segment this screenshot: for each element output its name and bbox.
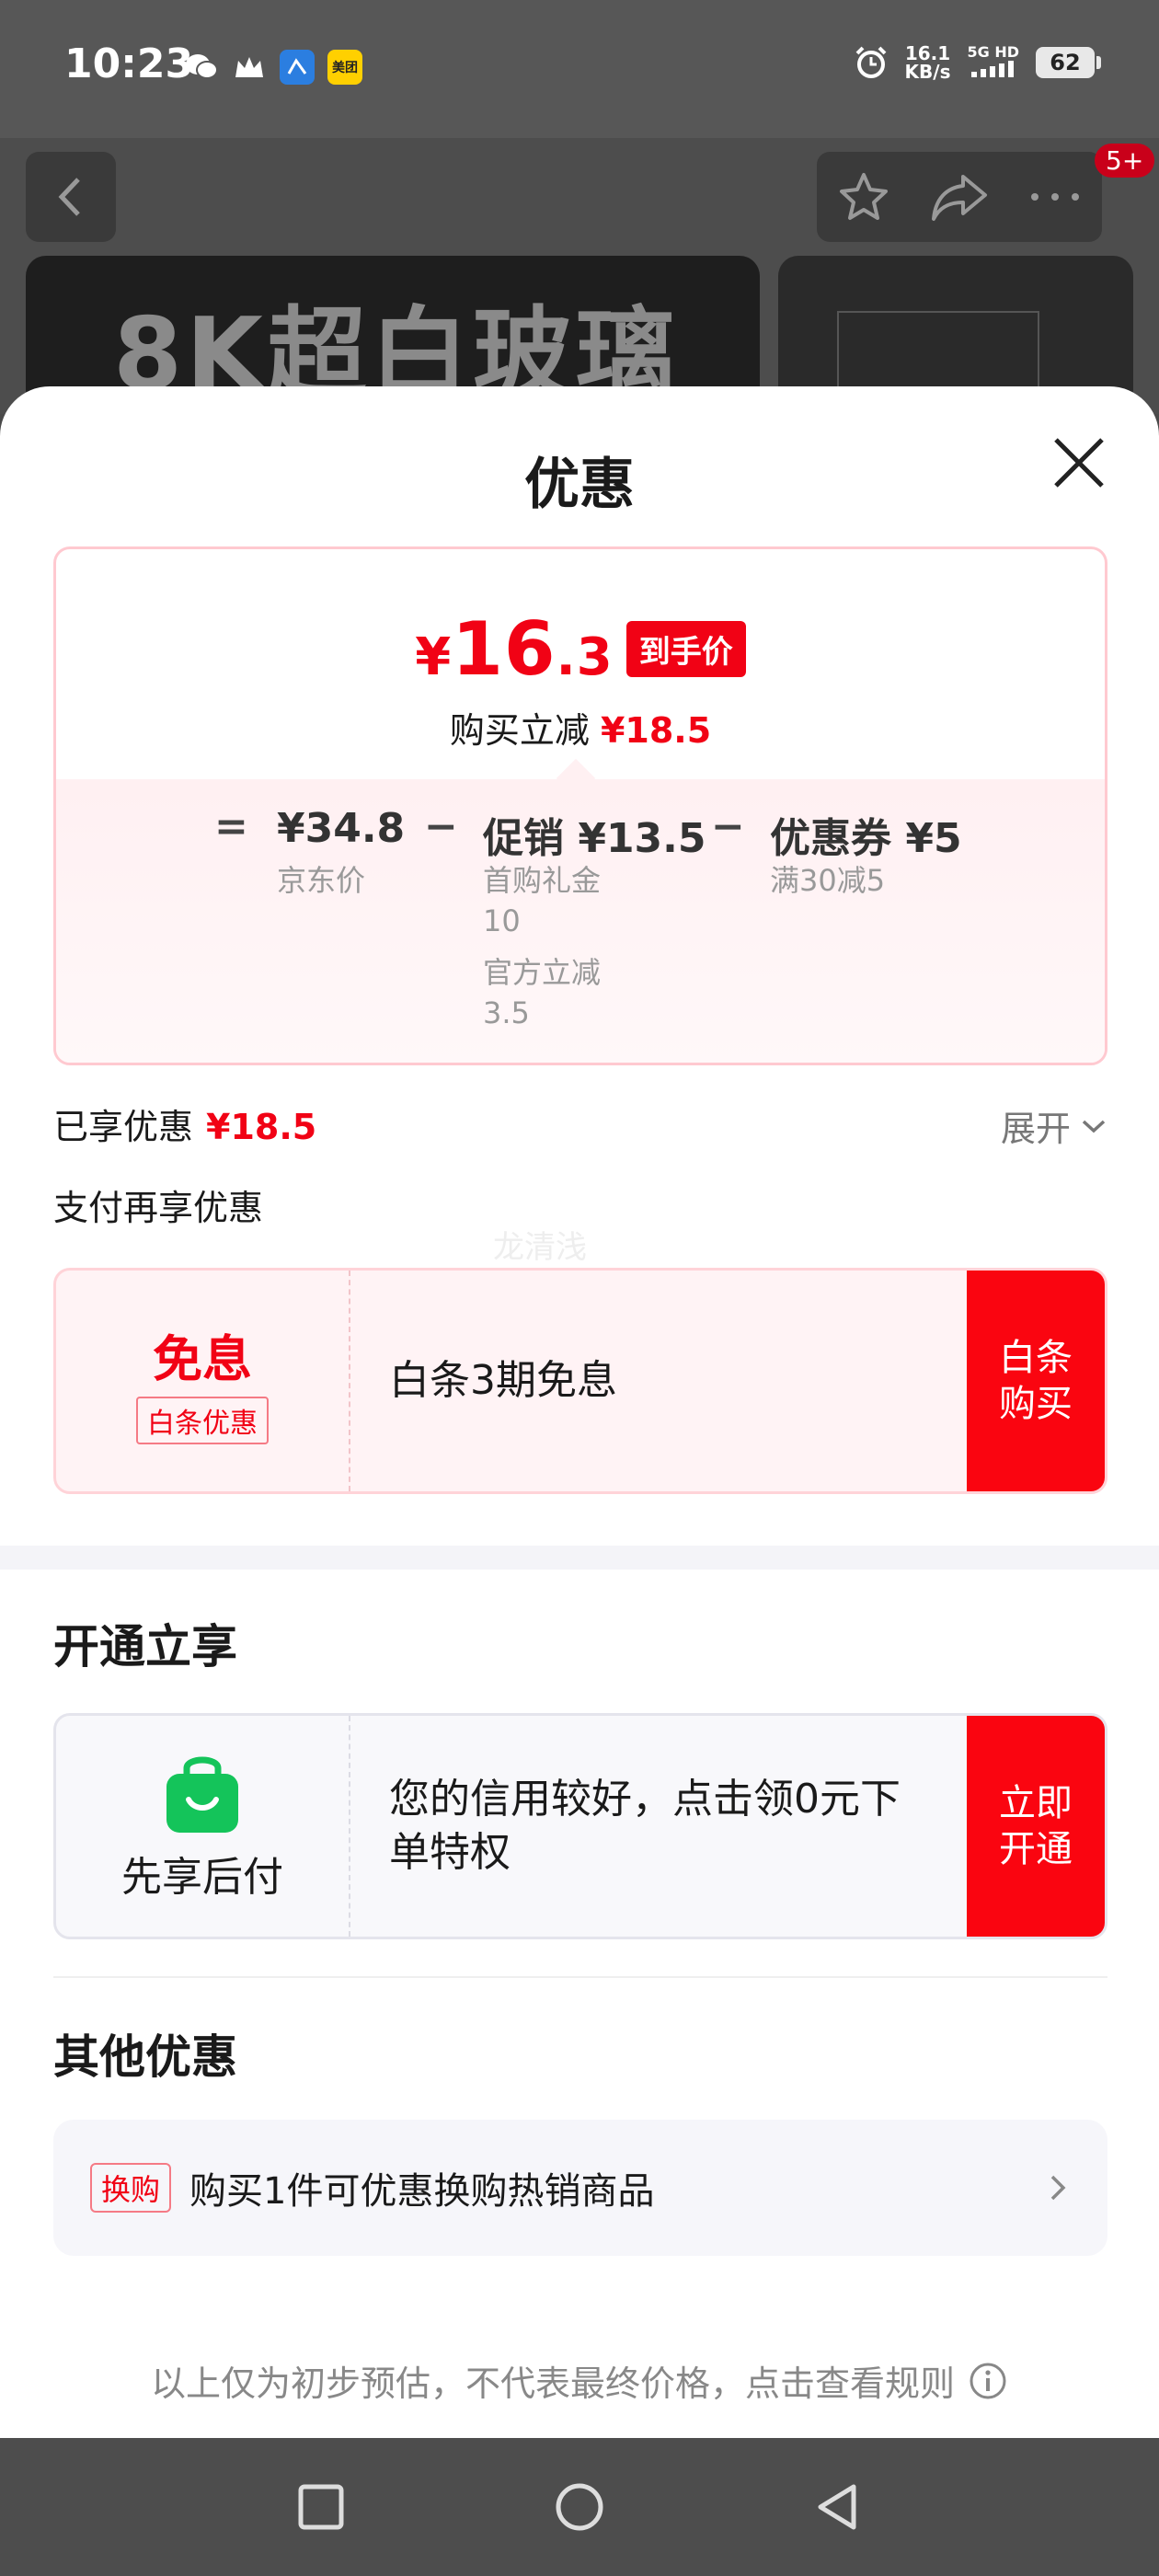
close-button[interactable]: [1049, 432, 1109, 493]
signal-indicator: 5G HD: [967, 44, 1019, 81]
more-icon[interactable]: [1027, 188, 1083, 206]
watermark: 龙清浅: [493, 1229, 587, 1266]
minus-sign-2: −: [711, 803, 745, 850]
message-badge: 5+: [1095, 144, 1155, 178]
back-button[interactable]: [26, 152, 116, 242]
back-nav-icon[interactable]: [813, 2481, 863, 2533]
signal-bars-icon: [970, 61, 1014, 77]
exchange-tag: 换购: [90, 2163, 172, 2213]
meituan-icon: 美团: [327, 50, 362, 85]
recent-apps-icon[interactable]: [296, 2482, 346, 2532]
pay-later-desc: 您的信用较好，点击领0元下单特权: [389, 1776, 901, 1876]
shopping-bag-icon: [166, 1756, 238, 1833]
promo-item-official: 官方立减 3.5: [483, 955, 602, 1030]
open-section-title: 开通立享: [53, 1620, 237, 1673]
baitiao-offer-card[interactable]: 免息 白条优惠 白条3期免息 白条 购买: [53, 1268, 1107, 1494]
coupon-total: 优惠券 ¥5: [770, 815, 962, 862]
product-page-background: 5+ 8K超白玻璃: [0, 138, 1159, 440]
crown-app-icon: [232, 50, 267, 85]
top-action-group: [817, 152, 1102, 242]
coupon-desc: 满30减5: [770, 863, 886, 898]
battery-indicator: 62: [1036, 47, 1101, 78]
notification-icons: 美团: [184, 50, 362, 85]
baitiao-buy-button[interactable]: 白条 购买: [967, 1271, 1105, 1491]
exchange-offer-row[interactable]: 换购 购买1件可优惠换购热销商品: [53, 2120, 1107, 2256]
final-price: ¥16.3: [415, 606, 614, 692]
home-icon[interactable]: [554, 2481, 605, 2533]
chevron-left-icon: [58, 178, 80, 216]
section-divider: [0, 1546, 1159, 1570]
close-icon: [1054, 438, 1104, 488]
baitiao-tag: 白条优惠: [136, 1396, 269, 1444]
enjoyed-discount: 已享优惠 ¥18.5: [53, 1107, 317, 1147]
sheet-title: 优惠: [524, 453, 635, 517]
system-indicators: 16.1 KB/s 5G HD 62: [854, 42, 1101, 83]
share-icon[interactable]: [930, 171, 989, 223]
price-formula: = ¥34.8 京东价 − 促销 ¥13.5 首购礼金 10 官方立减 3.5 …: [56, 779, 1105, 1063]
wechat-icon: [184, 50, 219, 85]
status-time: 10:23: [64, 40, 194, 87]
final-price-row: ¥16.3 到手价: [56, 606, 1105, 692]
promo-item-first-purchase: 首购礼金 10: [483, 863, 602, 938]
equals-sign: =: [214, 803, 248, 850]
disclaimer-link[interactable]: 以上仅为初步预估，不代表最终价格，点击查看规则: [0, 2355, 1159, 2406]
exchange-offer-text: 购买1件可优惠换购热销商品: [189, 2170, 655, 2213]
final-price-tag: 到手价: [625, 621, 746, 677]
baitiao-free-interest: 免息: [153, 1329, 252, 1388]
system-nav-bar: [0, 2438, 1159, 2576]
jd-price-label: 京东价: [277, 863, 366, 898]
info-icon: [970, 2363, 1006, 2398]
price-breakdown-card: ¥16.3 到手价 购买立减 ¥18.5 = ¥34.8 京东价 − 促销 ¥1…: [53, 546, 1107, 1065]
pay-later-offer-card[interactable]: 先享后付 您的信用较好，点击领0元下单特权 立即 开通: [53, 1713, 1107, 1939]
pay-more-label: 支付再享优惠: [53, 1188, 264, 1228]
other-section-title: 其他优惠: [53, 2030, 237, 2084]
baitiao-desc: 白条3期免息: [389, 1357, 617, 1404]
instant-reduce-row: 购买立减 ¥18.5: [449, 710, 712, 751]
activate-now-button[interactable]: 立即 开通: [967, 1716, 1105, 1937]
map-app-icon: [280, 50, 315, 85]
expand-button[interactable]: 展开: [1001, 1100, 1107, 1151]
promo-total: 促销 ¥13.5: [483, 815, 706, 862]
status-bar: 10:23 美团 16.1 KB/s 5G HD 62: [0, 0, 1159, 138]
chevron-right-icon: [1050, 2175, 1066, 2201]
jd-price: ¥34.8: [277, 805, 406, 852]
chevron-down-icon: [1082, 1120, 1106, 1133]
alarm-icon: [855, 46, 886, 78]
star-icon[interactable]: [836, 169, 891, 224]
network-speed: 16.1 KB/s: [904, 42, 951, 83]
pay-later-name: 先享后付: [121, 1854, 283, 1901]
discount-sheet: 优惠 ¥16.3 到手价 购买立减 ¥18.5 = ¥34.8 京东价 − 促销: [0, 386, 1159, 2438]
minus-sign: −: [424, 803, 458, 850]
divider: [53, 1976, 1107, 1978]
